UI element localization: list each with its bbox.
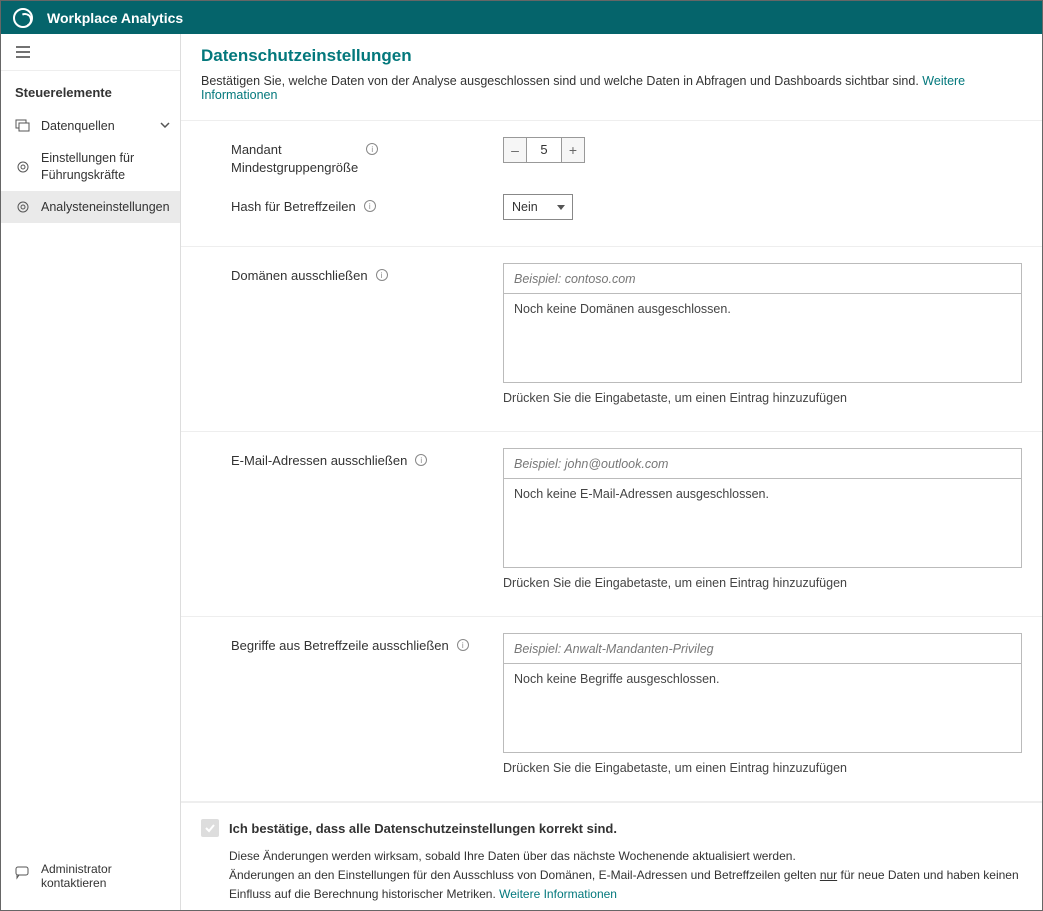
stepper-decrement-button[interactable]: – [504, 138, 526, 162]
domains-input[interactable] [504, 264, 1021, 294]
footer-label: kontaktieren [41, 876, 112, 890]
sidebar: Steuerelemente Datenquellen Einstellunge… [1, 34, 181, 910]
sidebar-item-label: Datenquellen [41, 118, 150, 134]
app-title: Workplace Analytics [47, 10, 183, 26]
terms-label: Begriffe aus Betreffzeile ausschließen [231, 637, 449, 655]
app-logo-icon [13, 8, 33, 28]
emails-input[interactable] [504, 449, 1021, 479]
confirm-note2: Änderungen an den Einstellungen für den … [201, 866, 1022, 904]
domains-label: Domänen ausschließen [231, 267, 368, 285]
more-info-link[interactable]: Weitere Informationen [499, 887, 617, 901]
chevron-down-icon [160, 119, 170, 133]
datasource-icon [15, 118, 31, 134]
main-content: Datenschutzeinstellungen Bestätigen Sie,… [181, 34, 1042, 910]
hash-label: Hash für Betreffzeilen [231, 198, 356, 216]
emails-box: Noch keine E-Mail-Adressen ausgeschlosse… [503, 448, 1022, 568]
min-group-stepper: – 5 + [503, 137, 585, 163]
sidebar-section-title: Steuerelemente [1, 71, 180, 110]
page-title: Datenschutzeinstellungen [201, 46, 1022, 66]
info-icon[interactable]: i [415, 454, 427, 466]
terms-box: Noch keine Begriffe ausgeschlossen. [503, 633, 1022, 753]
info-icon[interactable]: i [376, 269, 388, 281]
sidebar-item-einstellungen[interactable]: Einstellungen für Führungskräfte [1, 142, 180, 191]
terms-input[interactable] [504, 634, 1021, 664]
domains-box: Noch keine Domänen ausgeschlossen. [503, 263, 1022, 383]
hamburger-button[interactable] [1, 34, 180, 71]
sidebar-item-label: Einstellungen für Führungskräfte [41, 150, 170, 183]
min-group-label: Mandant [231, 141, 358, 159]
contact-admin-link[interactable]: Administrator kontaktieren [1, 852, 180, 910]
terms-empty-text: Noch keine Begriffe ausgeschlossen. [504, 664, 1021, 752]
confirm-checkbox[interactable] [201, 819, 219, 837]
min-group-label: Mindestgruppengröße [231, 159, 358, 177]
sidebar-item-label: Analysteneinstellungen [41, 199, 170, 215]
stepper-increment-button[interactable]: + [562, 138, 584, 162]
emails-help: Drücken Sie die Eingabetaste, um einen E… [503, 576, 1022, 590]
sidebar-item-analysten[interactable]: Analysteneinstellungen [1, 191, 180, 223]
info-icon[interactable]: i [364, 200, 376, 212]
stepper-value: 5 [526, 138, 562, 162]
confirm-label: Ich bestätige, dass alle Datenschutzeins… [229, 821, 617, 836]
terms-help: Drücken Sie die Eingabetaste, um einen E… [503, 761, 1022, 775]
select-value: Nein [512, 200, 538, 214]
domains-empty-text: Noch keine Domänen ausgeschlossen. [504, 294, 1021, 382]
domains-help: Drücken Sie die Eingabetaste, um einen E… [503, 391, 1022, 405]
gear-icon [15, 159, 31, 175]
emails-empty-text: Noch keine E-Mail-Adressen ausgeschlosse… [504, 479, 1021, 567]
sidebar-item-datenquellen[interactable]: Datenquellen [1, 110, 180, 142]
info-icon[interactable]: i [366, 143, 378, 155]
chat-icon [15, 864, 31, 880]
page-subtitle: Bestätigen Sie, welche Daten von der Ana… [201, 74, 1022, 116]
emails-label: E-Mail-Adressen ausschließen [231, 452, 407, 470]
app-header: Workplace Analytics [1, 1, 1042, 34]
hash-select[interactable]: Nein [503, 194, 573, 220]
confirm-note1: Diese Änderungen werden wirksam, sobald … [201, 847, 1022, 866]
info-icon[interactable]: i [457, 639, 469, 651]
gear-icon [15, 199, 31, 215]
footer-label: Administrator [41, 862, 112, 876]
